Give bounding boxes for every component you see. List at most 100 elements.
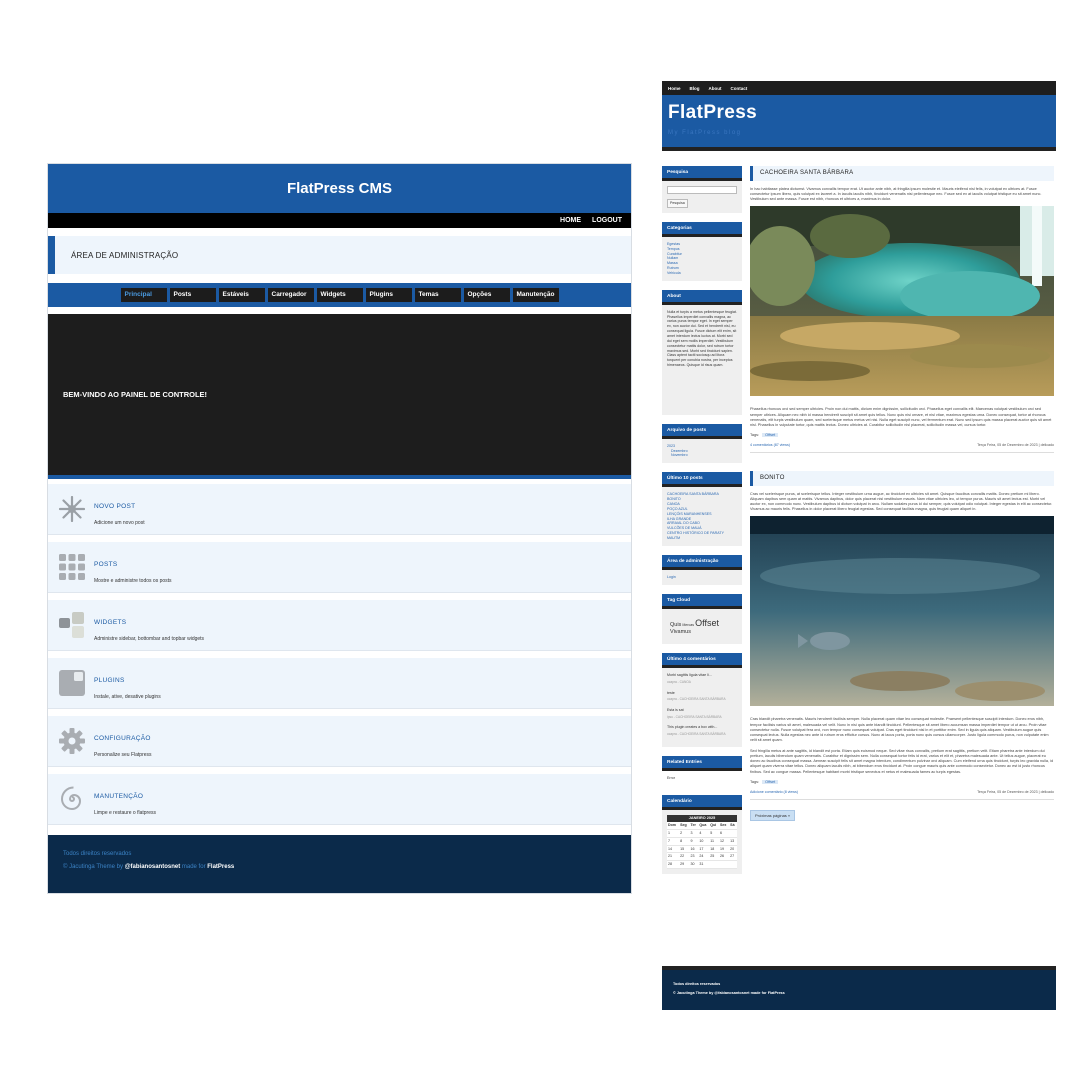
calendar-day: 24 — [698, 852, 710, 862]
login-link[interactable]: Login — [667, 575, 737, 580]
blog-top-nav: Home Blog About Contact — [662, 81, 1056, 95]
admin-area-banner: ÁREA DE ADMINISTRAÇÃO — [48, 236, 631, 274]
post-body: Sed fringilla metus at ante sagittis, id… — [750, 749, 1054, 774]
tab-principal[interactable]: Principal — [120, 288, 167, 302]
calendar-table: Dom Seg Ter Qua Qui Sex Sá 1 2 3 4 5 6 7 8 9 10 11 12 13 14… — [667, 822, 737, 870]
post-title[interactable]: CACHOEIRA SANTA BÁRBARA — [750, 166, 1054, 181]
calendar-weekday: Ter — [689, 822, 699, 830]
calendar-day: 26 — [718, 852, 730, 862]
tag-link[interactable]: Quis — [670, 622, 681, 628]
tab-plugins[interactable]: Plugins — [365, 288, 412, 302]
action-desc: Administre sidebar, bottombar and topbar… — [94, 636, 205, 642]
calendar-day: 8 — [679, 837, 690, 846]
post-tag[interactable]: Offset — [762, 432, 779, 437]
action-widgets[interactable]: WIDGETS Administre sidebar, bottombar an… — [48, 600, 631, 651]
blog-footer: Todos direitos reservados © Jacutinga Th… — [662, 966, 1056, 1010]
footer-author-link[interactable]: @fabianosantosnet — [125, 864, 181, 870]
action-title[interactable]: WIDGETS — [94, 619, 126, 626]
calendar-day: 29 — [679, 860, 690, 870]
comment-text[interactable]: Esta is sat — [667, 708, 737, 713]
widget-title: Área de administração — [662, 554, 742, 570]
widget-title: Último 4 comentários — [662, 653, 742, 669]
widget-title: About — [662, 289, 742, 305]
nav-contact[interactable]: Contact — [731, 86, 748, 91]
latest-post-link[interactable]: MAUTM — [667, 536, 737, 541]
calendar-day: 31 — [698, 860, 710, 870]
nav-blog[interactable]: Blog — [690, 86, 700, 91]
widget-latest-posts: Último 10 posts CACHOEIRA SANTA BÁRBARA B… — [662, 472, 742, 546]
welcome-banner: BEM-VINDO AO PAINEL DE CONTROLE! — [48, 314, 631, 479]
widget-title: Calendário — [662, 794, 742, 810]
blog-main: CACHOEIRA SANTA BÁRBARA In hac habitasse… — [745, 166, 1054, 822]
nav-home[interactable]: Home — [668, 86, 681, 91]
comment-text[interactable]: teste — [667, 691, 737, 696]
action-title[interactable]: CONFIGURAÇÃO — [94, 735, 151, 742]
tab-carregador[interactable]: Carregador — [267, 288, 314, 302]
tab-opcoes[interactable]: Opções — [463, 288, 510, 302]
action-desc: Adicione um novo post — [94, 520, 145, 526]
action-title[interactable]: MANUTENÇÃO — [94, 793, 143, 800]
post-tags: Tags: Offset — [750, 432, 1054, 437]
spiral-icon — [60, 786, 82, 811]
action-plugins[interactable]: PLUGINS Instale, ative, desative plugins — [48, 658, 631, 709]
tab-widgets[interactable]: Widgets — [316, 288, 363, 302]
action-maintenance[interactable]: MANUTENÇÃO Limpe e restaure o flatpress — [48, 774, 631, 825]
admin-title: FlatPress CMS — [286, 180, 393, 197]
comment-item[interactable]: This plugin creates a box with... ocapra … — [667, 725, 737, 736]
nav-logout-link[interactable]: LOGOUT — [592, 217, 622, 224]
post-intro: Cras vel scelerisque purus, at scelerisq… — [750, 491, 1053, 512]
calendar-day: 20 — [729, 845, 737, 854]
calendar-day: 25 — [709, 852, 719, 862]
action-posts[interactable]: POSTS Mostre e administre todos os posts — [48, 542, 631, 593]
next-page-button[interactable]: Próximas páginas » — [750, 809, 796, 821]
action-configuration[interactable]: CONFIGURAÇÃO Personalize seu Flatpress — [48, 716, 631, 767]
widget-search: Pesquisa Pesquisa — [662, 166, 742, 213]
admin-top-nav: HOME LOGOUT — [48, 213, 631, 228]
tag-link[interactable]: Vivamus — [670, 629, 691, 635]
post-tag[interactable]: Offset — [762, 779, 779, 784]
calendar-day: 5 — [709, 829, 719, 838]
comment-text[interactable]: Morbi sagittis ligula vitae li... — [667, 673, 737, 678]
tab-posts[interactable]: Posts — [169, 288, 216, 302]
tag-link[interactable]: Offset — [695, 618, 719, 628]
widget-categories: Categorias Egestas Tempus Curabitur Nullam M… — [662, 221, 742, 281]
tab-estaveis[interactable]: Estáveis — [218, 288, 265, 302]
category-list: Egestas Tempus Curabitur Nullam Massa Rutrum V… — [662, 237, 742, 281]
calendar-weekday: Qui — [709, 822, 719, 830]
footer-credit-prefix: © Jacutinga Theme by — [63, 864, 125, 870]
action-new-post[interactable]: NOVO POST Adicione um novo post — [48, 484, 631, 535]
comment-item[interactable]: Esta is sat ipsu - CACHOEIRA SANTA BÁRBAR… — [667, 708, 737, 719]
post-body: Phasellus rhoncus orci sed semper ultric… — [750, 407, 1052, 427]
nav-home-link[interactable]: HOME — [560, 217, 581, 224]
tag-link[interactable]: Mercas — [682, 623, 694, 627]
search-button[interactable]: Pesquisa — [667, 199, 688, 208]
blog-page: Home Blog About Contact FlatPress My Fla… — [662, 81, 1056, 1010]
calendar-day: 10 — [698, 837, 710, 846]
comment-item[interactable]: Morbi sagittis ligula vitae li... ocapra … — [667, 673, 737, 684]
tab-temas[interactable]: Temas — [414, 288, 461, 302]
blog-logo[interactable]: FlatPress — [668, 102, 1050, 124]
comment-text[interactable]: This plugin creates a box with... — [667, 725, 737, 730]
blog-header: FlatPress My FlatPress blog — [662, 95, 1056, 151]
footer-rights: Todos direitos reservados — [673, 982, 721, 986]
gear-icon — [59, 728, 85, 754]
calendar-month: JANEIRO 2025 — [667, 814, 737, 822]
footer-brand-link[interactable]: FlatPress — [207, 864, 234, 870]
post-comments-link[interactable]: 4 comentários (87 views) — [750, 443, 790, 447]
post-title[interactable]: BONITO — [750, 470, 1054, 486]
widget-about: About Nulla et turpis a metus pellentesq… — [662, 289, 742, 415]
action-title[interactable]: NOVO POST — [94, 503, 135, 510]
action-title[interactable]: PLUGINS — [94, 677, 125, 684]
calendar-day: 22 — [679, 852, 690, 862]
nav-about[interactable]: About — [709, 86, 722, 91]
category-link[interactable]: Vehicula — [667, 271, 737, 276]
widget-title: Último 10 posts — [662, 472, 742, 488]
archive-month[interactable]: Novembro — [667, 453, 737, 458]
action-title[interactable]: POSTS — [94, 561, 118, 568]
post-comments-link[interactable]: Adicione comentário (8 views) — [750, 790, 798, 794]
admin-action-list: NOVO POST Adicione um novo post POSTS Mo… — [48, 479, 631, 825]
tab-manutencao[interactable]: Manutenção — [512, 288, 559, 302]
search-input[interactable] — [667, 186, 737, 194]
calendar-week: 14 15 16 17 18 19 20 — [667, 845, 737, 854]
comment-item[interactable]: teste ocapra - CACHOEIRA SANTA BÁRBARA — [667, 691, 737, 702]
